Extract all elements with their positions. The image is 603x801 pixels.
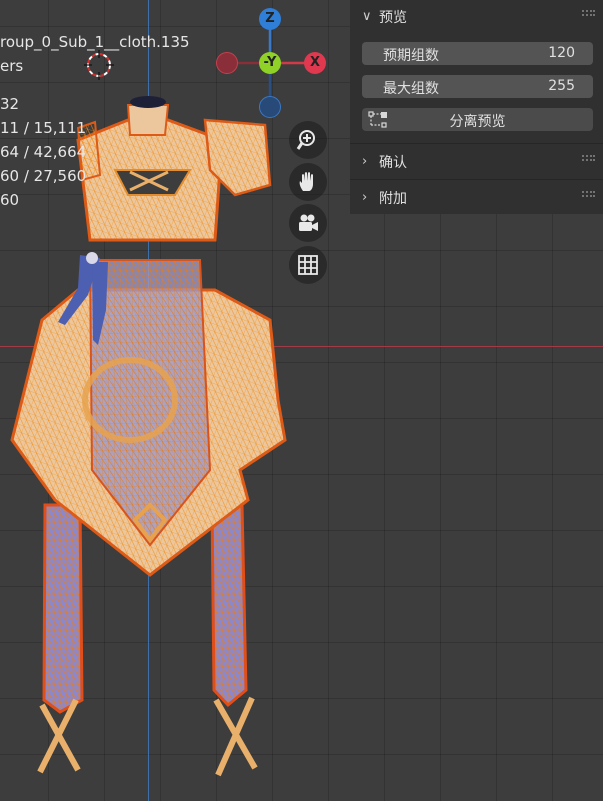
split-preview-button[interactable]: 分离预览 xyxy=(362,108,593,131)
grid-icon xyxy=(298,255,318,275)
chevron-right-icon: › xyxy=(362,154,368,169)
divider xyxy=(350,143,603,144)
stat-vertices: 11 / 15,111 xyxy=(0,119,87,137)
gizmo-neg-z-axis[interactable] xyxy=(259,96,281,118)
expected-groups-field[interactable]: 预期组数 120 xyxy=(362,42,593,65)
gizmo-z-axis[interactable]: Z xyxy=(259,8,281,30)
camera-icon xyxy=(299,214,318,231)
preview-section-header[interactable]: ∨ 预览 xyxy=(350,0,603,34)
drag-handle-icon[interactable] xyxy=(581,9,595,19)
split-preview-label: 分离预览 xyxy=(449,114,506,130)
drag-handle-icon[interactable] xyxy=(581,154,595,164)
confirm-section-title: 确认 xyxy=(379,155,407,171)
pan-button[interactable] xyxy=(289,163,327,201)
stat-faces: 60 / 27,560 xyxy=(0,167,87,185)
stat-triangles: 60 xyxy=(0,191,20,209)
hand-icon xyxy=(299,172,313,191)
projection-toggle-button[interactable] xyxy=(289,246,327,284)
max-groups-label: 最大组数 xyxy=(383,81,439,97)
gizmo-neg-x-axis[interactable] xyxy=(216,52,238,74)
preview-section-title: 预览 xyxy=(379,10,407,26)
divider xyxy=(350,179,603,180)
max-groups-field[interactable]: 最大组数 255 xyxy=(362,75,593,98)
sidebar-panel: ∨ 预览 预期组数 120 最大组数 255 分离预览 › 确认 › 附加 xyxy=(350,0,603,214)
gizmo-x-axis[interactable]: X xyxy=(304,52,326,74)
navigation-gizmo[interactable]: Z -Y X xyxy=(210,4,335,124)
stat-objects: 32 xyxy=(0,95,20,113)
confirm-section-header[interactable]: › 确认 xyxy=(350,145,603,179)
extra-section-title: 附加 xyxy=(379,191,407,207)
zoom-icon xyxy=(296,130,315,150)
gizmo-neg-y-axis[interactable]: -Y xyxy=(259,52,281,74)
stat-edges: 64 / 42,664 xyxy=(0,143,87,161)
max-groups-value: 255 xyxy=(548,78,575,94)
chevron-right-icon: › xyxy=(362,190,368,205)
drag-handle-icon[interactable] xyxy=(581,190,595,200)
zoom-button[interactable] xyxy=(289,121,327,159)
3d-cursor-icon[interactable] xyxy=(84,50,114,80)
camera-view-button[interactable] xyxy=(289,204,327,242)
chevron-down-icon: ∨ xyxy=(362,9,372,24)
extra-section-header[interactable]: › 附加 xyxy=(350,181,603,215)
expected-groups-value: 120 xyxy=(548,45,575,61)
expected-groups-label: 预期组数 xyxy=(383,48,439,64)
